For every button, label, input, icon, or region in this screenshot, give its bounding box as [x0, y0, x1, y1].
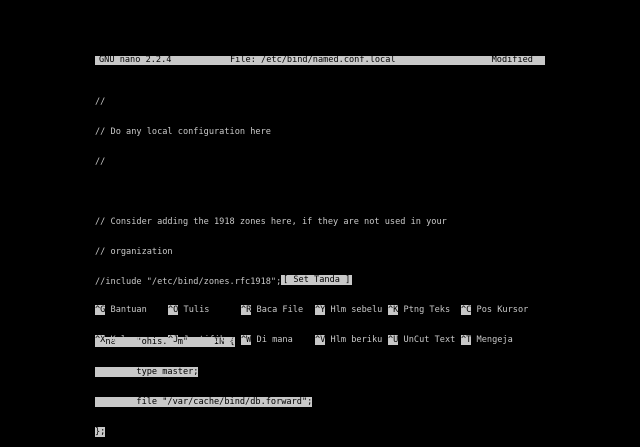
editor-line[interactable]: // Do any local configuration here: [95, 127, 447, 137]
shortcut-read-file[interactable]: ^R Baca File: [241, 305, 303, 315]
shortcut-label: Hlm sebelu: [330, 305, 383, 315]
text-editor-area[interactable]: // // Do any local configuration here //…: [95, 77, 447, 447]
shortcut-label: Pos Kursor: [476, 305, 529, 315]
shortcut-label: UnCut Text: [403, 335, 456, 345]
shortcut-row: ^G Bantuan ^O Tulis ^R Baca File ^Y Hlm …: [95, 305, 528, 315]
shortcut-key[interactable]: ^C: [461, 305, 472, 315]
shortcut-key[interactable]: ^U: [388, 335, 399, 345]
editor-line[interactable]: // organization: [95, 247, 447, 257]
shortcut-row: ^X Keluar ^J Justifikas ^W Di mana ^V Hl…: [95, 335, 513, 345]
editor-line[interactable]: [95, 187, 447, 197]
shortcut-key[interactable]: ^V: [315, 335, 326, 345]
modified-status: Modified: [491, 55, 533, 65]
shortcut-uncut-text[interactable]: ^U UnCut Text: [388, 335, 455, 345]
shortcut-exit[interactable]: ^X Keluar: [95, 335, 142, 345]
editor-line[interactable]: //: [95, 157, 447, 167]
shortcut-next-page[interactable]: ^V Hlm beriku: [315, 335, 382, 345]
file-path: File: /etc/bind/named.conf.local: [230, 55, 396, 65]
shortcut-key[interactable]: ^X: [95, 335, 106, 345]
shortcut-key[interactable]: ^T: [461, 335, 472, 345]
status-message: [ Set Tanda ]: [281, 275, 353, 285]
shortcut-label: Keluar: [110, 335, 142, 345]
shortcut-key[interactable]: ^Y: [315, 305, 326, 315]
nano-title-bar: GNU nano 2.2.4 File: /etc/bind/named.con…: [95, 55, 545, 65]
shortcut-key[interactable]: ^K: [388, 305, 399, 315]
shortcut-label: Bantuan: [110, 305, 147, 315]
shortcut-cut-text[interactable]: ^K Ptng Teks: [388, 305, 450, 315]
editor-line-selected[interactable]: type master;: [95, 367, 447, 377]
shortcut-cursor-pos[interactable]: ^C Pos Kursor: [461, 305, 528, 315]
shortcut-justify[interactable]: ^J Justifikas: [168, 335, 235, 345]
shortcut-label: Hlm beriku: [330, 335, 383, 345]
shortcut-where-is[interactable]: ^W Di mana: [241, 335, 293, 345]
shortcut-label: Di mana: [256, 335, 293, 345]
editor-line-selected[interactable]: file "/var/cache/bind/db.forward";: [95, 397, 447, 407]
shortcut-write[interactable]: ^O Tulis: [168, 305, 209, 315]
shortcut-label: Tulis: [183, 305, 210, 315]
shortcut-help[interactable]: ^G Bantuan: [95, 305, 147, 315]
selected-text[interactable]: };: [95, 427, 106, 437]
shortcut-key[interactable]: ^W: [241, 335, 252, 345]
shortcut-label: Mengeja: [476, 335, 513, 345]
shortcut-prev-page[interactable]: ^Y Hlm sebelu: [315, 305, 382, 315]
shortcut-label: Justifikas: [183, 335, 236, 345]
shortcut-label: Ptng Teks: [403, 305, 451, 315]
editor-line[interactable]: // Consider adding the 1918 zones here, …: [95, 217, 447, 227]
editor-line-selected[interactable]: };: [95, 427, 447, 437]
shortcut-key[interactable]: ^G: [95, 305, 106, 315]
shortcut-bar: ^G Bantuan ^O Tulis ^R Baca File ^Y Hlm …: [95, 285, 528, 355]
selected-text[interactable]: file "/var/cache/bind/db.forward";: [95, 397, 313, 407]
editor-version: GNU nano 2.2.4: [99, 55, 172, 65]
editor-line[interactable]: //: [95, 97, 447, 107]
shortcut-key[interactable]: ^O: [168, 305, 179, 315]
shortcut-label: Baca File: [256, 305, 304, 315]
shortcut-spell[interactable]: ^T Mengeja: [461, 335, 513, 345]
shortcut-key[interactable]: ^R: [241, 305, 252, 315]
editor-line[interactable]: //include "/etc/bind/zones.rfc1918";: [95, 277, 447, 287]
shortcut-key[interactable]: ^J: [168, 335, 179, 345]
